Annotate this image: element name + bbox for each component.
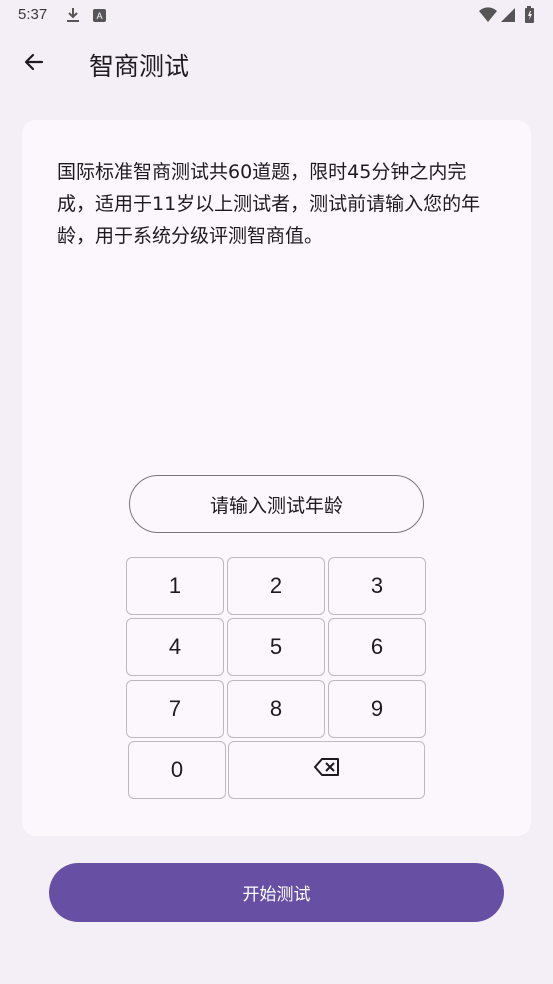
download-icon [64, 6, 82, 28]
status-bar: 5:37 A [0, 0, 553, 30]
key-5[interactable]: 5 [227, 618, 325, 676]
key-6[interactable]: 6 [328, 618, 426, 676]
backspace-button[interactable] [228, 741, 425, 799]
key-1[interactable]: 1 [126, 557, 224, 615]
key-4[interactable]: 4 [126, 618, 224, 676]
arrow-left-icon [22, 50, 46, 78]
backspace-icon [313, 757, 340, 783]
key-3[interactable]: 3 [328, 557, 426, 615]
back-button[interactable] [14, 44, 54, 84]
app-bar: 智商测试 [0, 30, 553, 100]
key-7[interactable]: 7 [126, 680, 224, 738]
key-8[interactable]: 8 [227, 680, 325, 738]
signal-icon [500, 6, 516, 28]
key-2[interactable]: 2 [227, 557, 325, 615]
key-9[interactable]: 9 [328, 680, 426, 738]
age-entry-card: 国际标准智商测试共60道题，限时45分钟之内完成，适用于11岁以上测试者，测试前… [22, 120, 531, 836]
start-test-button[interactable]: 开始测试 [49, 863, 504, 922]
svg-text:A: A [96, 11, 102, 21]
page-title: 智商测试 [89, 52, 190, 81]
test-description: 国际标准智商测试共60道题，限时45分钟之内完成，适用于11岁以上测试者，测试前… [57, 161, 481, 247]
wifi-icon [478, 6, 498, 28]
age-input[interactable]: 请输入测试年龄 [129, 475, 424, 533]
battery-icon [524, 6, 536, 28]
key-0[interactable]: 0 [128, 741, 226, 799]
text-icon: A [92, 6, 108, 28]
status-time: 5:37 [18, 6, 48, 23]
